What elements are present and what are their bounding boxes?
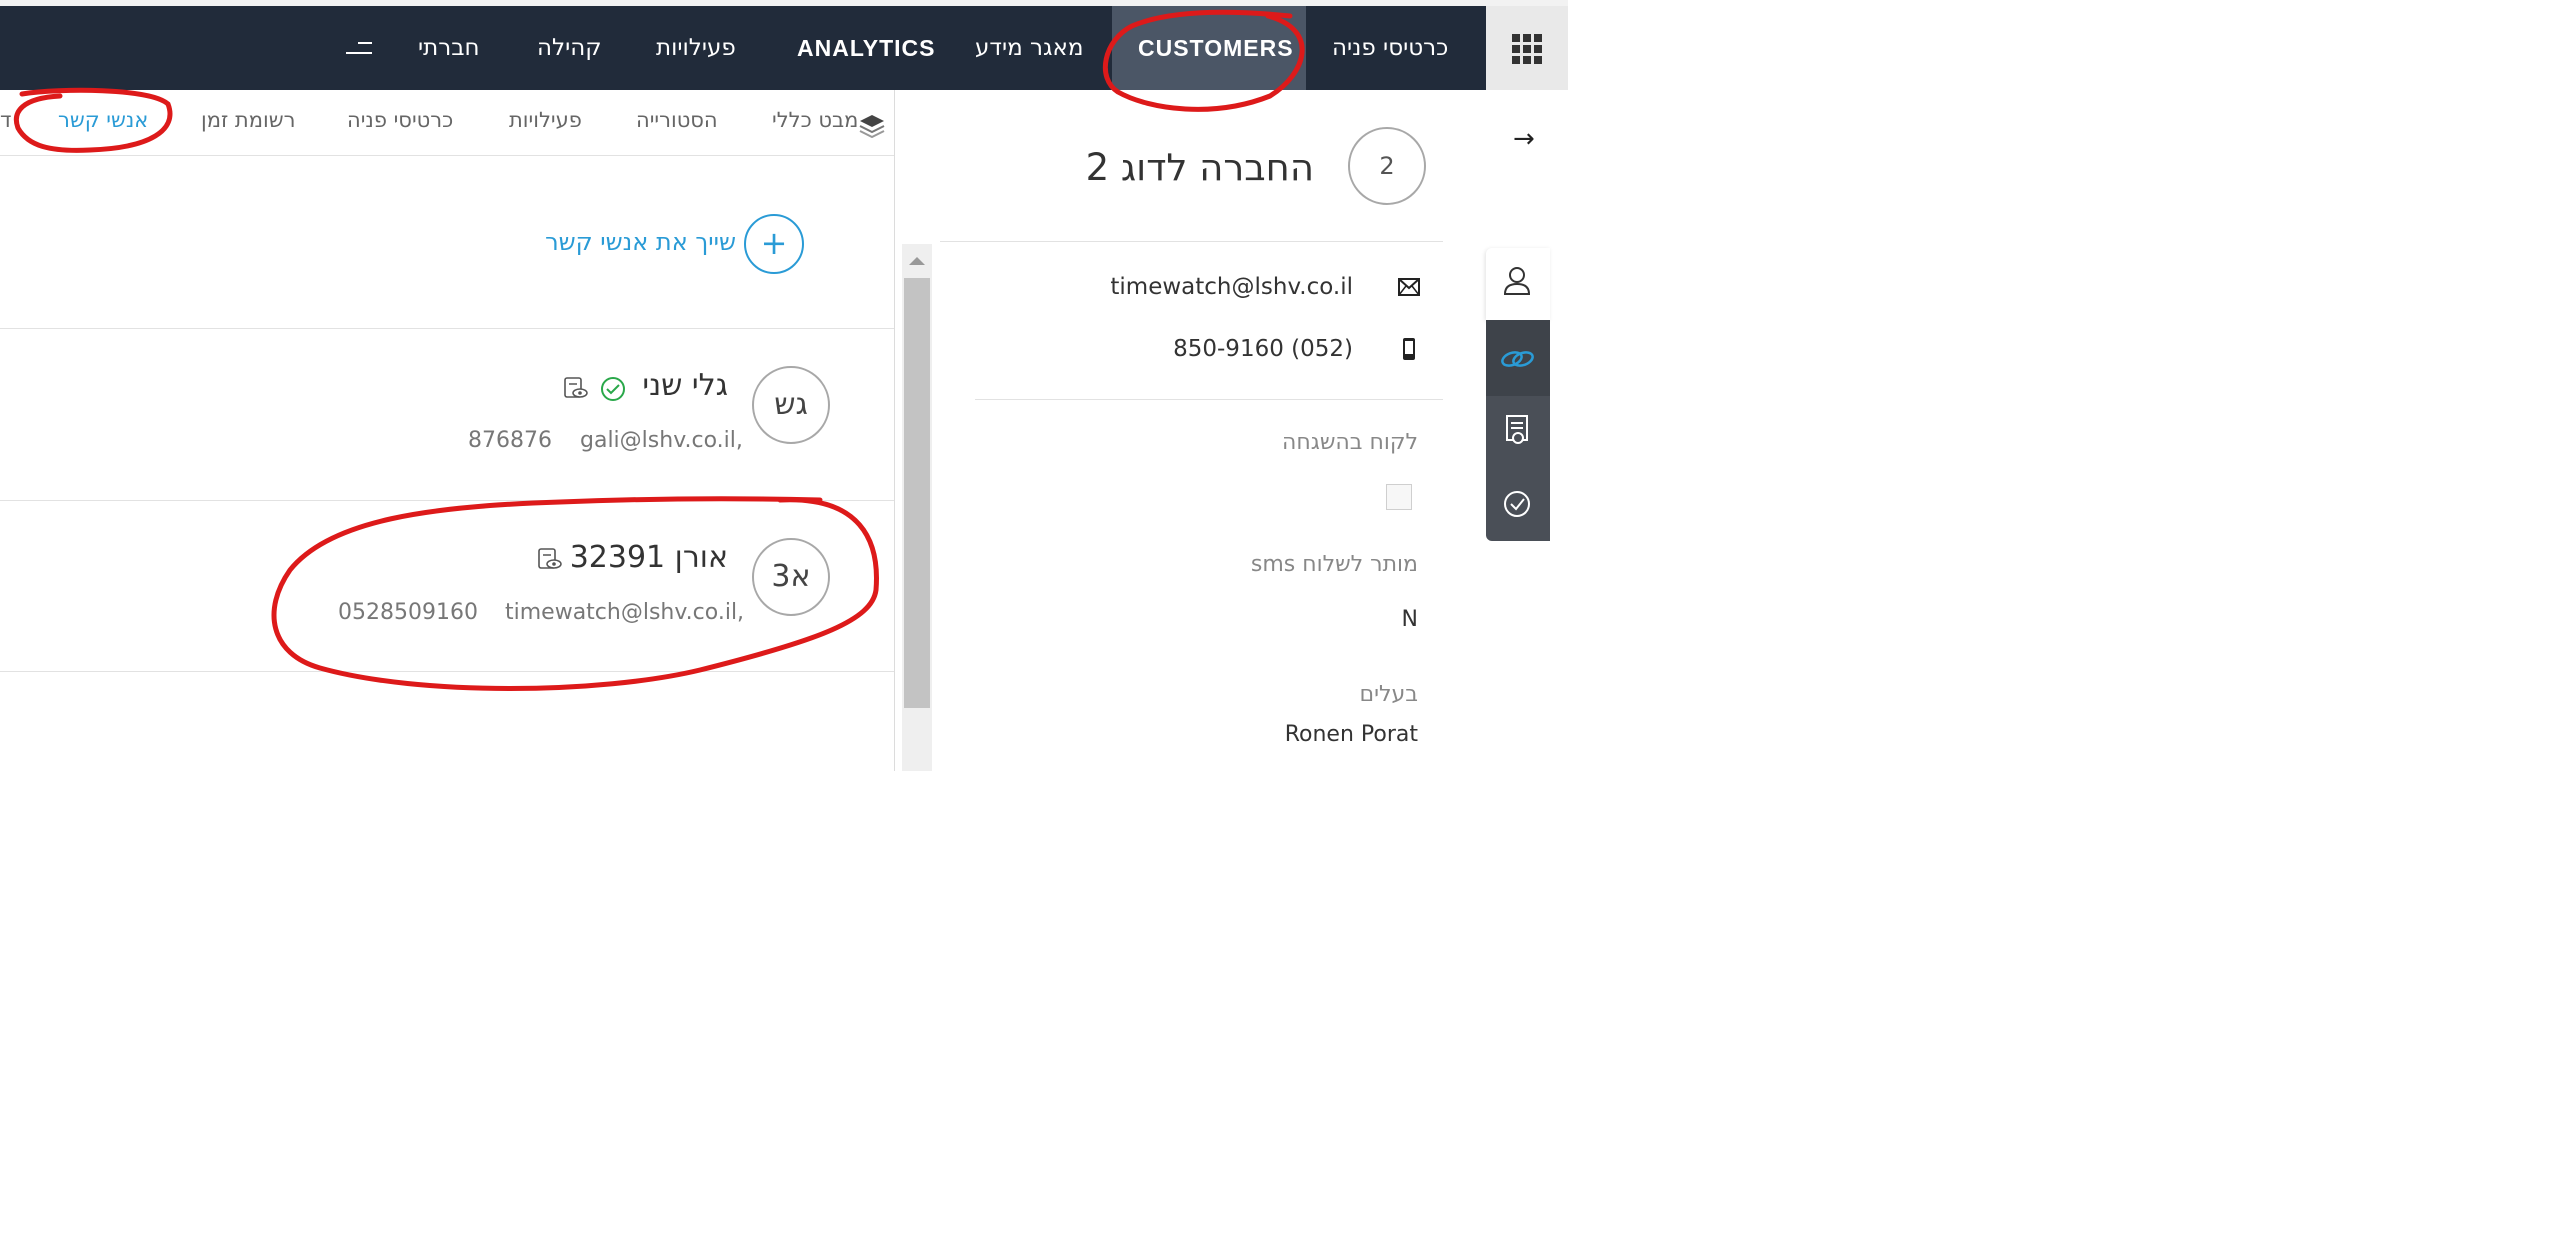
contact-avatar[interactable]: גש (752, 366, 830, 444)
contact-avatar[interactable]: א3 (752, 538, 830, 616)
mobile-phone-icon (1403, 338, 1415, 360)
divider (940, 241, 1443, 242)
supervised-checkbox[interactable] (1386, 484, 1412, 510)
view-card-icon[interactable] (562, 374, 590, 402)
panel-divider (894, 90, 895, 771)
nav-item-knowledge-base[interactable]: מאגר מידע (975, 6, 1084, 90)
rail-certificate-button[interactable] (1486, 396, 1550, 468)
supervised-label: לקוח בהשגחה (1282, 430, 1418, 455)
divider (975, 399, 1443, 400)
arrow-right-icon[interactable]: → (1513, 124, 1535, 154)
contact-email[interactable]: timewatch@lshv.co.il, (505, 600, 744, 625)
nav-item-customers[interactable]: CUSTOMERS (1138, 6, 1294, 90)
contact-phone[interactable]: 876876 (468, 428, 552, 453)
sms-allowed-label: מותר לשלוח sms (1250, 552, 1418, 577)
contact-email[interactable]: gali@lshv.co.il, (580, 428, 743, 453)
divider (0, 500, 894, 501)
scrollbar-thumb[interactable] (904, 278, 930, 708)
contact-name[interactable]: גלי שני (642, 368, 728, 403)
contact-phone[interactable]: 0528509160 (338, 600, 478, 625)
tab-timesheet[interactable]: רשומת זמן (201, 108, 295, 132)
customer-email[interactable]: timewatch@lshv.co.il (1110, 274, 1353, 300)
owner-value: Ronen Porat (1284, 722, 1418, 747)
customer-avatar: 2 (1348, 127, 1426, 205)
menu-icon[interactable] (344, 40, 372, 60)
link-icon (1501, 351, 1534, 367)
view-card-icon[interactable] (536, 545, 564, 573)
nav-item-company[interactable]: חברתי (418, 6, 480, 90)
layers-icon (859, 115, 885, 138)
contact-name[interactable]: אורן 32391 (570, 540, 728, 575)
nav-item-face-cards[interactable]: כרטיסי פניה (1332, 6, 1448, 90)
nav-item-activities[interactable]: פעילויות (656, 6, 736, 90)
rail-link-button[interactable] (1486, 320, 1550, 396)
envelope-icon (1398, 278, 1420, 296)
add-contact-button[interactable]: + (744, 214, 804, 274)
tab-overview[interactable]: מבט כללי (772, 108, 858, 132)
tab-face-cards[interactable]: כרטיסי פניה (347, 108, 453, 132)
nav-item-community[interactable]: קהילה (537, 6, 602, 90)
scroll-up-icon[interactable] (909, 257, 925, 265)
tab-overflow[interactable]: ד (0, 108, 11, 132)
customer-phone[interactable]: 850-9160 (052) (1173, 336, 1353, 362)
apps-grid-icon[interactable] (1512, 34, 1542, 64)
tab-history[interactable]: הסטורייה (636, 108, 718, 132)
sms-allowed-value: N (1401, 607, 1418, 632)
owner-label: בעלים (1359, 682, 1418, 707)
user-icon (1503, 267, 1531, 295)
verified-check-icon (601, 377, 625, 401)
rail-check-button[interactable] (1486, 468, 1550, 540)
tab-contacts[interactable]: אנשי קשר (58, 108, 148, 132)
certificate-icon (1506, 415, 1528, 444)
add-contact-link[interactable]: שייך את אנשי קשר (545, 228, 736, 256)
tab-activities[interactable]: פעילויות (509, 108, 582, 132)
tabs-underline (0, 155, 894, 156)
customer-name: החברה לדוג 2 (1085, 146, 1314, 189)
check-circle-icon (1504, 491, 1530, 517)
divider (0, 671, 894, 672)
divider (0, 328, 894, 329)
nav-item-analytics[interactable]: ANALYTICS (797, 6, 936, 90)
rail-user-button[interactable] (1486, 248, 1550, 320)
